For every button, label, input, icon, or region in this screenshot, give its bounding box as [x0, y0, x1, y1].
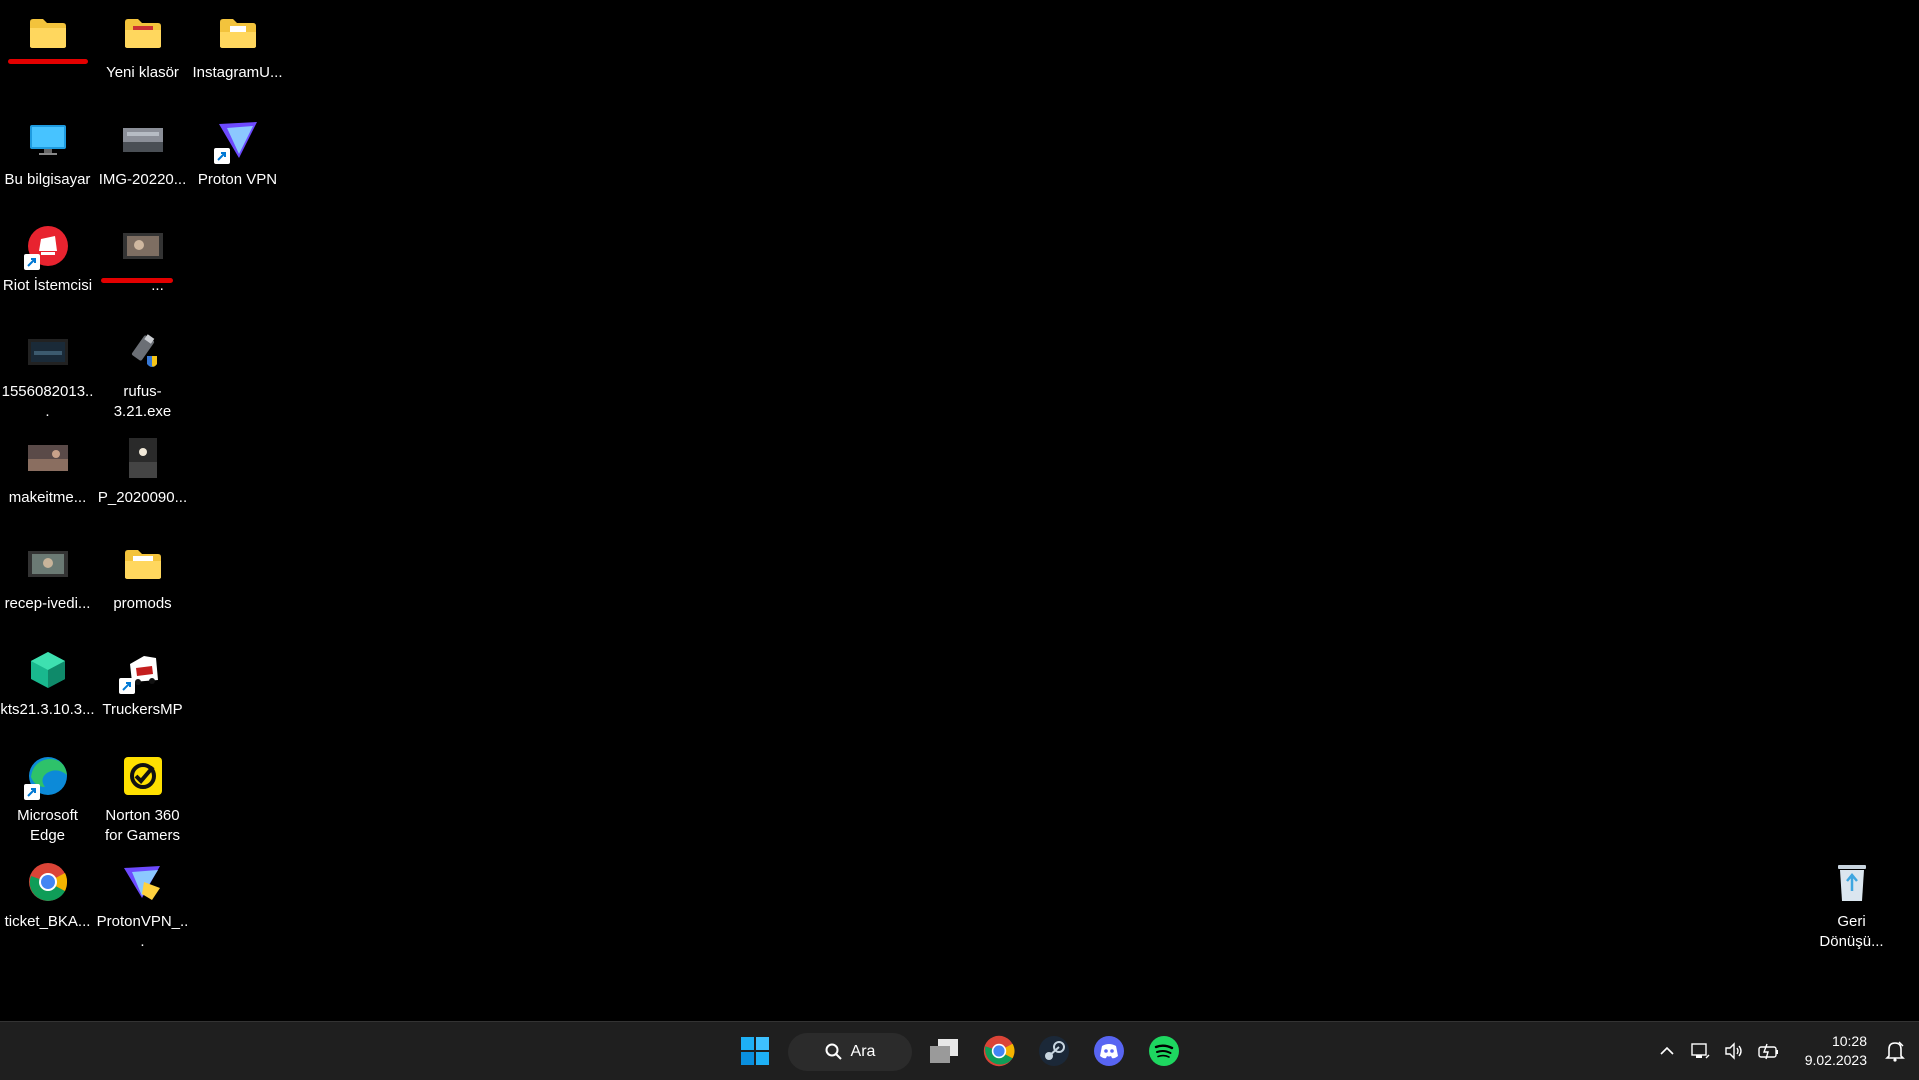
task-view-button[interactable]: [923, 1031, 965, 1071]
desktop-icon-label: Geri Dönüşü...: [1819, 913, 1884, 950]
start-icon: [741, 1037, 769, 1065]
protonvpn-installer-icon: [119, 858, 167, 906]
shortcut-arrow-icon: [213, 148, 230, 164]
folder-icon: [24, 9, 72, 57]
desktop-icon-microsoft-edge[interactable]: Microsoft Edge: [0, 746, 95, 864]
notification-button[interactable]: [1875, 1031, 1915, 1071]
task-view-icon: [930, 1039, 958, 1063]
riot-client-icon: [23, 222, 72, 270]
shortcut-arrow-icon: [23, 254, 40, 270]
taskbar-clock[interactable]: 10:28 9.02.2023: [1805, 1032, 1867, 1070]
taskbar-spotify[interactable]: [1143, 1031, 1185, 1071]
usb-drive-icon: [119, 328, 167, 376]
folder-icon: [119, 9, 167, 57]
taskbar-discord[interactable]: [1088, 1031, 1130, 1071]
desktop-icon-truckersmp[interactable]: TruckersMP: [95, 640, 190, 745]
desktop-icon-label: kts21.3.10.3...: [0, 701, 95, 718]
desktop-icon-label: InstagramU...: [192, 64, 283, 81]
desktop-icon-label: rufus-3.21.exe: [113, 383, 172, 420]
monitor-icon: [24, 116, 72, 164]
search-icon: [825, 1043, 842, 1060]
desktop-icon-ticket-bka[interactable]: ticket_BKA...: [0, 852, 95, 957]
desktop-icon-label: Proton VPN: [197, 171, 278, 188]
image-thumbnail-icon: [24, 434, 72, 482]
battery-icon[interactable]: [1758, 1041, 1780, 1061]
desktop-icon-redacted-video[interactable]: ...: [95, 216, 190, 321]
desktop-icon-label: IMG-20220...: [98, 171, 187, 188]
taskbar-chrome[interactable]: [978, 1031, 1020, 1071]
notification-bell-icon: [1885, 1041, 1905, 1062]
norton-icon: [119, 752, 167, 800]
desktop-icon-kts[interactable]: kts21.3.10.3...: [0, 640, 95, 745]
proton-vpn-icon: [213, 116, 262, 164]
desktop-icon-riot-istemcisi[interactable]: Riot İstemcisi: [0, 216, 95, 321]
desktop-icon-rufus[interactable]: rufus-3.21.exe: [95, 322, 190, 427]
search-label: Ara: [850, 1043, 876, 1060]
desktop-icon-img-20220[interactable]: IMG-20220...: [95, 110, 190, 215]
desktop-icon-promods[interactable]: promods: [95, 534, 190, 639]
desktop-icon-makeitme[interactable]: makeitme...: [0, 428, 95, 533]
clock-time: 10:28: [1831, 1033, 1867, 1049]
desktop-icon-label: 1556082013...: [1, 383, 94, 420]
desktop-icon-yeni-klasor[interactable]: Yeni klasör: [95, 3, 190, 108]
desktop: Bu bilgisayar Riot İstemcisi 1556082013.…: [0, 0, 1919, 1021]
shortcut-arrow-icon: [23, 784, 40, 800]
chevron-up-icon[interactable]: [1658, 1042, 1676, 1060]
taskbar: Ara 10:28 9.02.2023: [0, 1021, 1919, 1080]
steam-icon: [1039, 1036, 1069, 1066]
desktop-icon-instagramu[interactable]: InstagramU...: [190, 3, 285, 108]
desktop-icon-label: makeitme...: [8, 489, 87, 506]
desktop-icon-recep-ivedi[interactable]: recep-ivedi...: [0, 534, 95, 639]
desktop-icon-protonvpn-installer[interactable]: ProtonVPN_...: [95, 852, 190, 957]
redaction-mark: [101, 278, 173, 283]
network-icon[interactable]: [1690, 1041, 1710, 1061]
desktop-icon-recycle-bin[interactable]: Geri Dönüşü...: [1804, 852, 1899, 970]
video-thumbnail-icon: [119, 222, 167, 270]
desktop-icon-label: Norton 360 for Gamers: [104, 807, 180, 844]
truckersmp-icon: [118, 646, 167, 694]
discord-icon: [1094, 1036, 1124, 1066]
taskbar-steam[interactable]: [1033, 1031, 1075, 1071]
desktop-icon-p-2020090[interactable]: P_2020090...: [95, 428, 190, 533]
folder-icon: [214, 9, 262, 57]
desktop-icon-label: P_2020090...: [97, 489, 188, 506]
desktop-icon-label: ticket_BKA...: [4, 913, 91, 930]
desktop-icon-label: recep-ivedi...: [4, 595, 91, 612]
video-thumbnail-icon: [24, 540, 72, 588]
recycle-bin-icon: [1828, 858, 1876, 906]
folder-icon: [119, 540, 167, 588]
desktop-icon-label: Riot İstemcisi: [2, 277, 93, 294]
redaction-mark: [8, 59, 88, 64]
image-thumbnail-icon: [119, 116, 167, 164]
image-thumbnail-icon: [119, 434, 167, 482]
desktop-icon-redacted-folder[interactable]: [0, 3, 95, 108]
chrome-icon: [24, 858, 72, 906]
desktop-icon-label: TruckersMP: [102, 701, 183, 718]
desktop-icon-bu-bilgisayar[interactable]: Bu bilgisayar: [0, 110, 95, 215]
taskbar-search-box[interactable]: Ara: [788, 1033, 912, 1071]
desktop-icon-norton-360[interactable]: Norton 360 for Gamers: [95, 746, 190, 864]
desktop-icon-1556082013[interactable]: 1556082013...: [0, 322, 95, 427]
spotify-icon: [1149, 1036, 1179, 1066]
desktop-icon-label: promods: [113, 595, 172, 612]
desktop-icon-label: Bu bilgisayar: [4, 171, 91, 188]
desktop-icon-label: Yeni klasör: [106, 64, 179, 81]
system-tray: [1658, 1022, 1780, 1080]
desktop-icon-label: ProtonVPN_...: [96, 913, 189, 950]
shortcut-arrow-icon: [118, 678, 135, 694]
desktop-icon-proton-vpn[interactable]: Proton VPN: [190, 110, 285, 215]
installer-package-icon: [24, 646, 72, 694]
video-thumbnail-icon: [24, 328, 72, 376]
chrome-icon: [983, 1035, 1015, 1067]
edge-icon: [23, 752, 72, 800]
desktop-icon-label: Microsoft Edge: [17, 807, 78, 844]
volume-icon[interactable]: [1724, 1041, 1744, 1061]
clock-date: 9.02.2023: [1804, 1052, 1867, 1068]
start-button[interactable]: [734, 1031, 776, 1071]
